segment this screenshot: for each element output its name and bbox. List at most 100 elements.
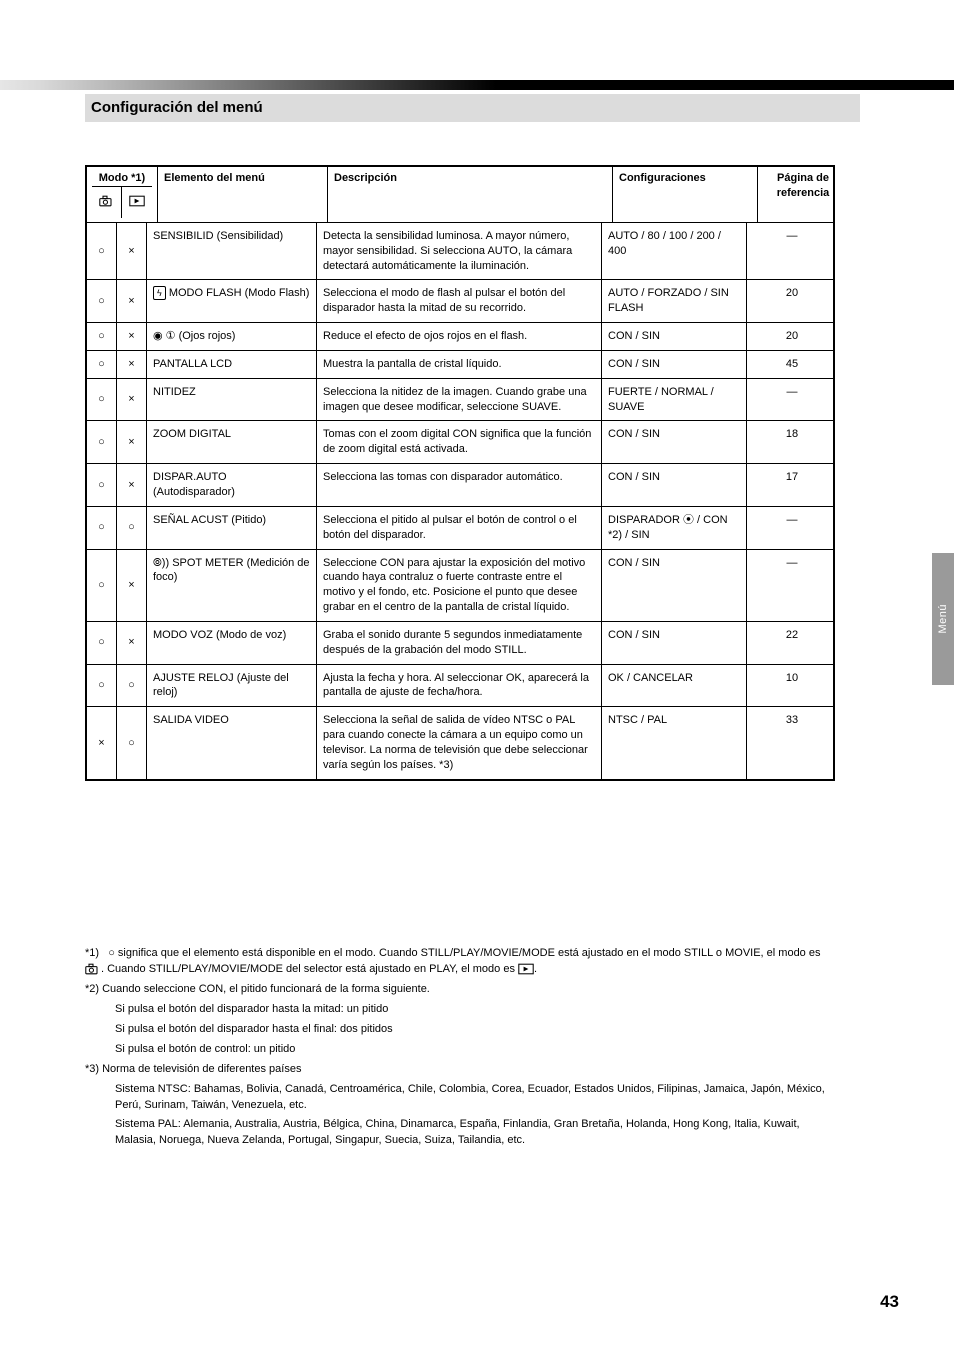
set-cell: CON / SIN [602,622,747,664]
footnote-3: *3) Norma de televisión de diferentes pa… [85,1062,835,1078]
menu-cell: SALIDA VIDEO [147,707,317,778]
table-row: ○ × ⦾)) SPOT METER (Medición de foco) Se… [87,549,833,621]
shutter-icon: ⦿ [683,514,694,526]
table-row: ○ × PANTALLA LCD Muestra la pantalla de … [87,350,833,378]
ref-cell: 22 [747,622,837,664]
top-stripe [0,80,954,90]
set-cell: CON / SIN [602,323,747,350]
desc-cell: Ajusta la fecha y hora. Al seleccionar O… [317,665,602,707]
ref-cell: 20 [747,280,837,322]
mode-cell: ○ [87,280,117,322]
redeye-icon: ◉ [153,330,163,342]
desc-cell: Graba el sonido durante 5 segundos inmed… [317,622,602,664]
set-cell: OK / CANCELAR [602,665,747,707]
table-row: ○ × SENSIBILID (Sensibilidad) Detecta la… [87,222,833,280]
table-row: ○ × MODO VOZ (Modo de voz) Graba el soni… [87,621,833,664]
ref-cell: — [747,379,837,421]
mode-cell: × [117,323,147,350]
footnote-3b: Sistema PAL: Alemania, Australia, Austri… [85,1117,835,1149]
col-header-menu: Elemento del menú [158,167,328,222]
menu-label: ① (Ojos rojos) [166,330,236,342]
ref-cell: 17 [747,464,837,506]
ref-cell: — [747,507,837,549]
play-box-icon [129,194,145,212]
mode-cell: × [87,707,117,778]
table-row: × ○ SALIDA VIDEO Selecciona la señal de … [87,706,833,778]
footnote-2d: Si pulsa el botón de control: un pitido [85,1042,835,1058]
mode-cell: × [117,379,147,421]
col-header-desc: Descripción [328,167,613,222]
flash-box-icon: ϟ [153,286,166,300]
desc-cell: Seleccione CON para ajustar la exposició… [317,550,602,621]
mode-cell: ○ [87,379,117,421]
mode-cell: × [117,622,147,664]
table-row: ○ × DISPAR.AUTO (Autodisparador) Selecci… [87,463,833,506]
mode-cell: ○ [117,507,147,549]
mode-cell: ○ [87,464,117,506]
menu-cell: SENSIBILID (Sensibilidad) [147,223,317,280]
mode-cell: ○ [87,421,117,463]
menu-cell: ZOOM DIGITAL [147,421,317,463]
set-cell: CON / SIN [602,421,747,463]
desc-cell: Tomas con el zoom digital CON significa … [317,421,602,463]
col-header-ref: Página de referencia [758,167,848,222]
footnotes: *1) ○ significa que el elemento está dis… [85,946,835,1153]
mode-cell: × [117,223,147,280]
camera-icon [85,963,101,975]
set-cell: CON / SIN [602,464,747,506]
menu-table: Modo *1) Elemento del menú Descripción C… [85,165,835,781]
table-row: ○ × ◉ ① (Ojos rojos) Reduce el efecto de… [87,322,833,350]
menu-cell: PANTALLA LCD [147,351,317,378]
ref-cell: 18 [747,421,837,463]
mode-cell: ○ [87,665,117,707]
mode-cell: × [117,351,147,378]
mode-cell: ○ [87,351,117,378]
footnote-3a: Sistema NTSC: Bahamas, Bolivia, Canadá, … [85,1082,835,1114]
set-cell: DISPARADOR ⦿ / CON *2) / SIN [602,507,747,549]
set-cell: FUERTE / NORMAL / SUAVE [602,379,747,421]
col-header-settings: Configuraciones [613,167,758,222]
desc-cell: Selecciona el pitido al pulsar el botón … [317,507,602,549]
ref-cell: — [747,550,837,621]
table-row: ○ ○ AJUSTE RELOJ (Ajuste del reloj) Ajus… [87,664,833,707]
desc-cell: Muestra la pantalla de cristal líquido. [317,351,602,378]
mode-cell: × [117,464,147,506]
menu-cell: AJUSTE RELOJ (Ajuste del reloj) [147,665,317,707]
shutter-option: DISPARADOR [608,514,680,526]
menu-cell: DISPAR.AUTO (Autodisparador) [147,464,317,506]
menu-cell: ◉ ① (Ojos rojos) [147,323,317,350]
spot-icon: ⦾)) [153,557,169,569]
mode-cell: ○ [117,707,147,778]
play-box-icon [518,963,534,975]
mode-cell: × [117,550,147,621]
table-row: ○ × NITIDEZ Selecciona la nitidez de la … [87,378,833,421]
desc-cell: Reduce el efecto de ojos rojos en el fla… [317,323,602,350]
desc-cell: Selecciona la nitidez de la imagen. Cuan… [317,379,602,421]
menu-label: MODO FLASH (Modo Flash) [169,287,310,299]
ref-cell: 33 [747,707,837,778]
set-cell: CON / SIN [602,351,747,378]
footnote-2b: Si pulsa el botón del disparador hasta l… [85,1002,835,1018]
footnote-1: *1) ○ significa que el elemento está dis… [85,946,835,978]
menu-cell: SEÑAL ACUST (Pitido) [147,507,317,549]
desc-cell: Selecciona las tomas con disparador auto… [317,464,602,506]
ref-cell: — [747,223,837,280]
mode-cell: ○ [87,323,117,350]
mode-cell: ○ [87,223,117,280]
menu-cell: ⦾)) SPOT METER (Medición de foco) [147,550,317,621]
side-tab-label: Menú [937,604,949,634]
set-cell: CON / SIN [602,550,747,621]
set-cell: AUTO / FORZADO / SIN FLASH [602,280,747,322]
mode-cell: × [117,280,147,322]
desc-cell: Selecciona el modo de flash al pulsar el… [317,280,602,322]
menu-cell: ϟ MODO FLASH (Modo Flash) [147,280,317,322]
section-header: Configuración del menú [85,94,860,122]
ref-cell: 20 [747,323,837,350]
camera-icon [99,194,115,212]
mode-cell: ○ [117,665,147,707]
page-number: 43 [880,1292,899,1312]
desc-cell: Detecta la sensibilidad luminosa. A mayo… [317,223,602,280]
menu-cell: NITIDEZ [147,379,317,421]
table-header-row: Modo *1) Elemento del menú Descripción C… [87,167,833,222]
table-row: ○ ○ SEÑAL ACUST (Pitido) Selecciona el p… [87,506,833,549]
